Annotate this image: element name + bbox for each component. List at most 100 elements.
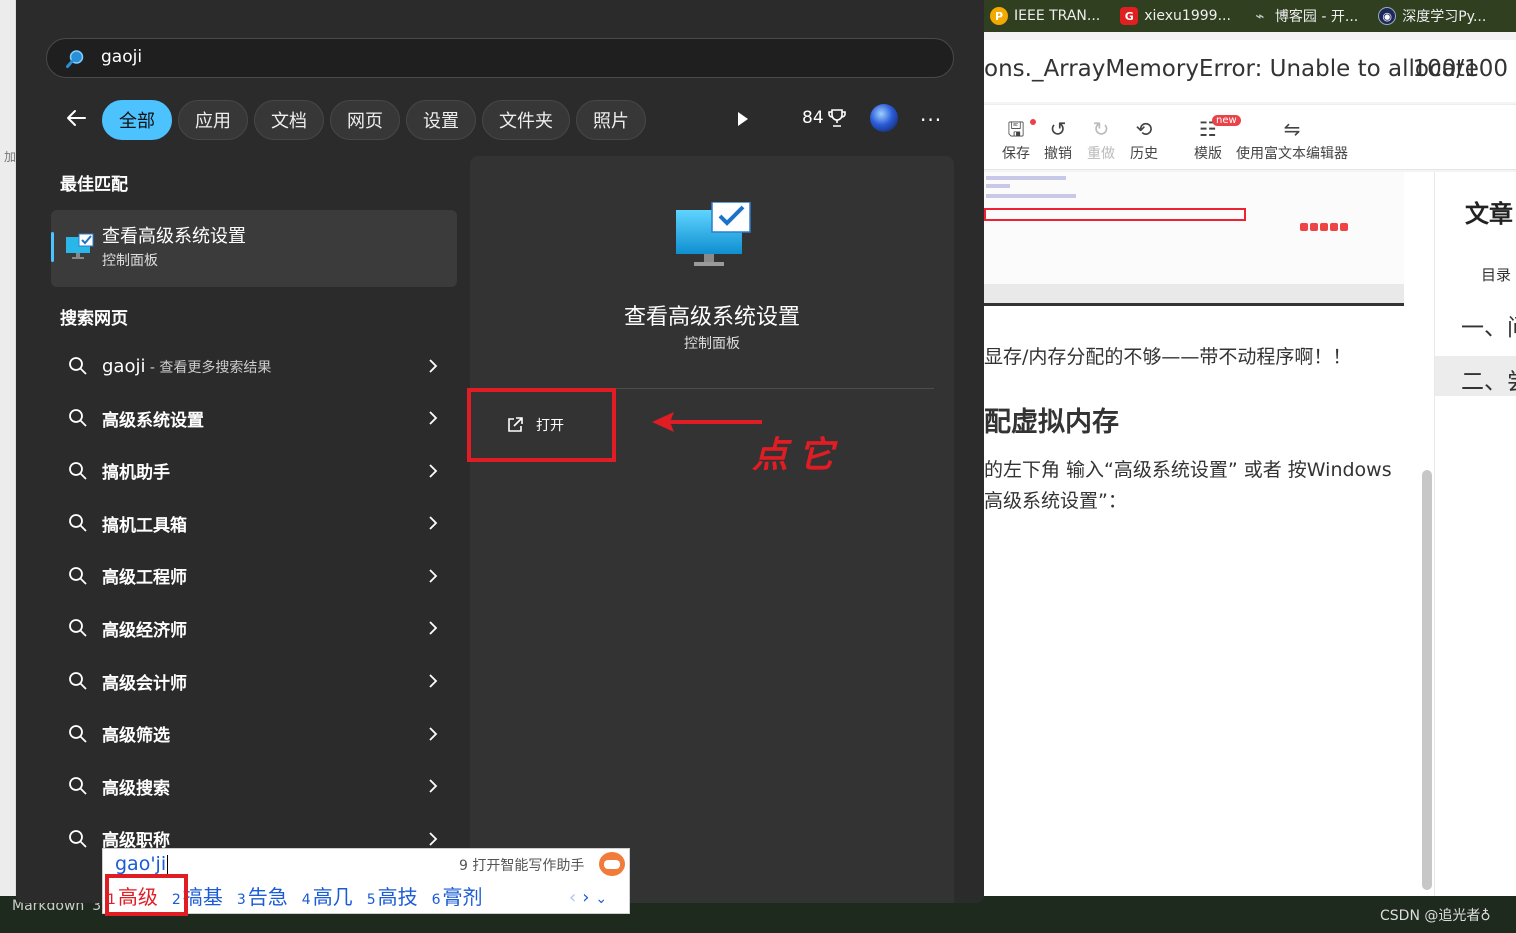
annotation-note: 点它 [752,434,845,476]
toc-title: 文章目 [1465,200,1516,228]
switch-icon: ⇋ [1283,117,1301,141]
g-badge-icon: G [1120,7,1139,25]
toc-item-2-label: 二、尝 [1461,369,1516,395]
best-match-header: 最佳匹配 [60,175,128,195]
tab-web[interactable]: 网页 [330,100,400,140]
save-button[interactable]: 🖫 保存 [1002,115,1036,163]
ime-page-nav[interactable]: ‹›⌄ [569,887,613,908]
bookmark-label: 博客园 - 开... [1274,9,1359,25]
background-left-strip: 加 [0,0,16,933]
tab-settings[interactable]: 设置 [406,100,476,140]
points-value: 84 [802,108,824,128]
web-result-text: 高级经济师 [102,620,187,641]
web-result-item[interactable]: 高级筛选 [60,708,440,760]
ime-candidate[interactable]: 3 告急 [237,881,288,910]
web-result-item[interactable]: gaoji - 查看更多搜索结果 [60,340,440,392]
history-button[interactable]: ⟲ 历史 [1130,115,1158,163]
ime-candidate-number: 6 [431,892,441,908]
ime-mascot-icon[interactable] [599,852,625,876]
ime-assistant-hint[interactable]: 9 打开智能写作助手 [459,855,584,875]
rewards-points[interactable]: 84 [802,108,846,128]
web-result-item[interactable]: 高级经济师 [60,602,440,654]
tab-apps[interactable]: 应用 [178,100,248,140]
bookmark-ieee[interactable]: P IEEE TRAN... [990,7,1100,25]
tab-photos[interactable]: 照片 [576,100,646,140]
undo-button[interactable]: ↺ 撤销 [1044,115,1072,163]
trophy-icon [827,109,846,127]
ime-candidate[interactable]: 4 高几 [302,881,353,910]
section-heading: 配虚拟内存 [984,407,1119,438]
save-label: 保存 [1002,146,1030,162]
search-icon [69,672,87,690]
rich-text-label: 使用富文本编辑器 [1236,146,1348,162]
chevron-down-icon[interactable]: ⌄ [595,891,613,907]
web-result-item[interactable]: 高级工程师 [60,550,440,602]
web-result-term: gaoji [102,355,146,377]
search-box[interactable]: gaoji [46,38,954,78]
embedded-code-screenshot [984,172,1404,306]
ime-candidate-text: 高技 [377,885,418,909]
rich-text-editor-button[interactable]: ⇋ 使用富文本编辑器 [1236,115,1348,163]
unsaved-dot [1030,119,1036,125]
tab-documents[interactable]: 文档 [254,100,324,140]
chevron-left-icon[interactable]: ‹ [569,887,582,908]
bookmark-cnblogs[interactable]: ⌁ 博客园 - 开... [1251,6,1358,26]
article-title-input[interactable]: ons._ArrayMemoryError: Unable to allocat… [984,56,1479,82]
tab-folders[interactable]: 文件夹 [482,100,570,140]
search-icon [69,409,87,427]
undo-icon: ↺ [1049,117,1067,141]
editor-scrollbar[interactable] [1422,470,1432,890]
redo-label: 重做 [1087,146,1115,162]
chevron-right-icon[interactable]: › [582,887,595,908]
back-arrow-icon[interactable] [64,106,88,130]
best-match-title: 查看高级系统设置 [102,226,246,247]
p-circle-icon: P [990,7,1008,25]
paragraph-3: 高级系统设置”： [984,490,1127,512]
search-icon [66,50,84,68]
toc-item-1[interactable]: 一、问 [1461,308,1516,342]
web-result-text: 高级筛选 [102,726,170,747]
history-label: 历史 [1130,146,1158,162]
ime-candidate-text: 搞基 [182,885,223,909]
best-match-item[interactable]: 查看高级系统设置 控制面板 [51,210,457,287]
toc-item-2[interactable]: 二、尝 [1435,356,1516,396]
more-options-icon[interactable]: ··· [920,108,942,132]
system-settings-large-icon [676,202,751,266]
bookmark-label: IEEE TRAN... [1014,8,1101,24]
web-result-item[interactable]: 搞机工具箱 [60,497,440,549]
bookmark-xiexu[interactable]: G xiexu1999... [1120,7,1231,25]
ime-candidate[interactable]: 6 膏剂 [432,881,483,910]
selection-indicator [51,232,54,262]
play-icon[interactable] [736,110,750,128]
web-result-suffix: - 查看更多搜索结果 [145,359,272,376]
tab-all[interactable]: 全部 [102,100,172,140]
detail-pane: 查看高级系统设置 控制面板 打开 [470,156,954,903]
web-result-item[interactable]: 高级搜索 [60,760,440,812]
redo-icon: ↻ [1092,117,1110,141]
search-icon [69,777,87,795]
search-input[interactable]: gaoji [101,47,142,67]
chevron-right-icon [429,779,438,793]
screenshot-highlight-box [984,208,1246,221]
redo-button[interactable]: ↻ 重做 [1087,115,1115,163]
system-settings-icon [66,233,94,259]
web-result-item[interactable]: 高级会计师 [60,655,440,707]
ime-candidate-number: 3 [236,892,246,908]
detail-title: 查看高级系统设置 [623,305,800,330]
web-result-item[interactable]: 搞机助手 [60,445,440,497]
detail-subtitle: 控制面板 [684,336,740,352]
user-avatar[interactable] [870,104,898,132]
template-label: 模版 [1194,146,1222,162]
article-editor: 显存/内存分配的不够——带不动程序啊！！ 配虚拟内存 的左下角 输入“高级系统设… [984,172,1434,896]
ime-candidate[interactable]: 5 高技 [367,881,418,910]
ime-candidate-number: 4 [301,892,311,908]
web-result-text: 高级工程师 [102,568,187,589]
history-icon: ⟲ [1135,117,1153,141]
ime-candidate-number: 5 [366,892,376,908]
bookmark-deeplearning[interactable]: ◉ 深度学习Py... [1378,6,1486,26]
web-result-item[interactable]: 高级系统设置 [60,392,440,444]
title-char-counter: 100/100 [1412,56,1508,82]
ime-candidate-text: 高几 [312,885,353,909]
template-button[interactable]: ☷ new 模版 [1194,115,1241,163]
search-icon [69,829,87,848]
